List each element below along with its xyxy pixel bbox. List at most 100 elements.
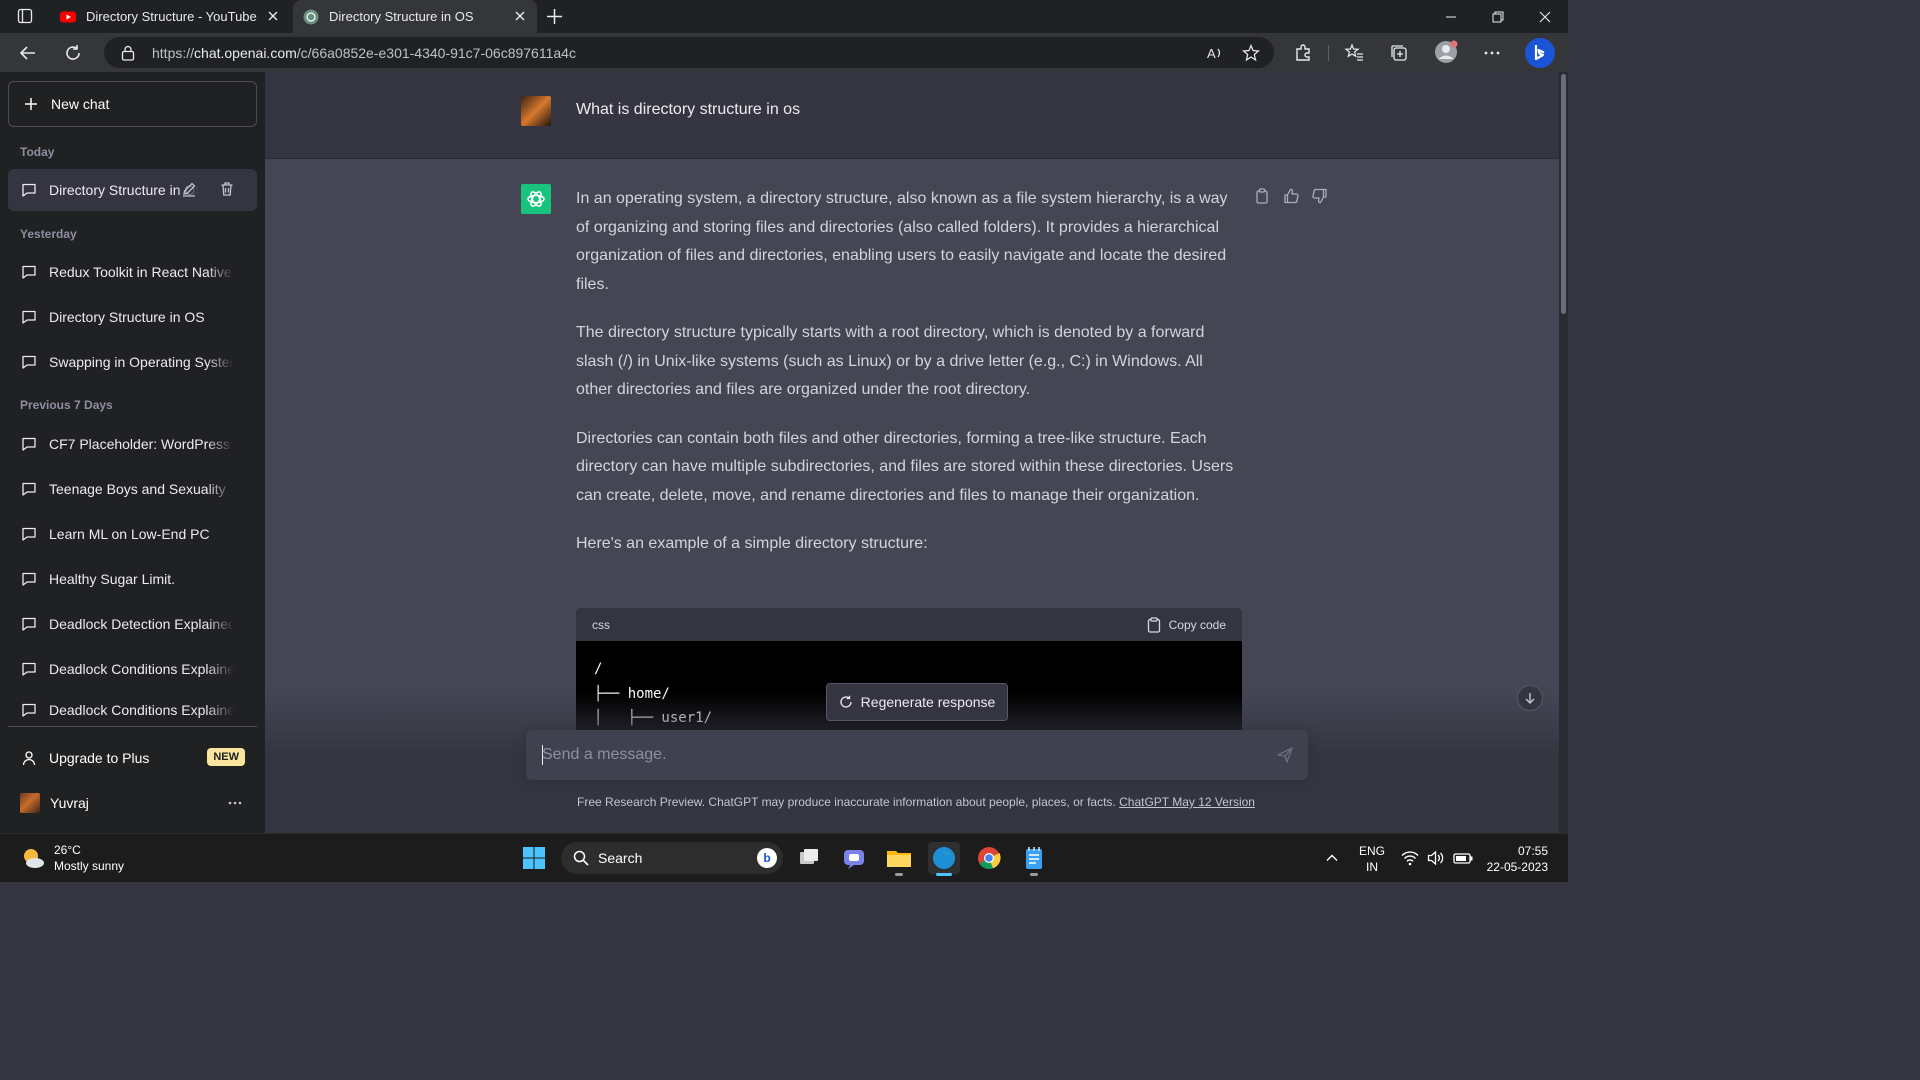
extensions-icon[interactable] bbox=[1293, 43, 1313, 63]
sidebar-item-label: Learn ML on Low-End PC bbox=[49, 526, 210, 542]
file-explorer-icon[interactable] bbox=[883, 842, 915, 876]
assistant-answer: In an operating system, a directory stru… bbox=[576, 185, 1243, 579]
volume-icon[interactable] bbox=[1427, 850, 1445, 866]
windows-start-icon[interactable] bbox=[522, 846, 546, 870]
new-tab-icon[interactable] bbox=[546, 8, 563, 25]
disclaimer: Free Research Preview. ChatGPT may produ… bbox=[265, 795, 1559, 809]
add-favorite-icon[interactable] bbox=[1242, 44, 1260, 62]
lang-region: IN bbox=[1366, 860, 1378, 874]
chat-bubble-icon bbox=[22, 310, 36, 324]
weather-widget[interactable]: 26°C Mostly sunny bbox=[20, 842, 124, 874]
task-view-icon[interactable] bbox=[793, 842, 825, 874]
code-language: css bbox=[592, 617, 610, 632]
favorites-icon[interactable] bbox=[1344, 43, 1364, 63]
copy-code-button[interactable]: Copy code bbox=[1147, 616, 1226, 633]
bing-chat-icon[interactable] bbox=[1524, 37, 1556, 69]
tab-actions-icon[interactable] bbox=[17, 8, 33, 24]
chevron-up-icon[interactable] bbox=[1325, 851, 1339, 865]
notepad-icon[interactable] bbox=[1018, 842, 1050, 876]
collections-icon[interactable] bbox=[1389, 43, 1409, 63]
chrome-icon[interactable] bbox=[973, 842, 1005, 874]
user-name: Yuvraj bbox=[50, 795, 89, 811]
browser-tab-youtube[interactable]: Directory Structure - YouTube bbox=[50, 0, 290, 33]
scrollbar-thumb[interactable] bbox=[1561, 74, 1566, 314]
sidebar-item-label: Directory Structure in OS bbox=[49, 182, 199, 198]
lang-code: ENG bbox=[1359, 844, 1386, 858]
edit-pencil-icon[interactable] bbox=[181, 181, 209, 197]
chat-bubble-icon bbox=[22, 265, 36, 279]
taskbar-search[interactable]: Search b bbox=[561, 842, 783, 874]
bing-icon[interactable]: b bbox=[757, 848, 777, 868]
chat-bubble-icon bbox=[22, 617, 36, 631]
answer-paragraph: Directories can contain both files and o… bbox=[576, 429, 1234, 504]
more-options-icon[interactable] bbox=[1482, 43, 1502, 63]
chatgpt-icon bbox=[303, 9, 319, 25]
chat-bubble-icon bbox=[22, 355, 36, 369]
lock-icon[interactable] bbox=[121, 45, 135, 61]
wifi-icon[interactable] bbox=[1401, 850, 1419, 866]
chat-bubble-icon bbox=[22, 572, 36, 586]
sidebar-item[interactable]: Learn ML on Low-End PC bbox=[8, 513, 257, 555]
message-composer bbox=[526, 730, 1308, 780]
chat-bubble-icon bbox=[22, 703, 36, 717]
restore-icon[interactable] bbox=[1474, 0, 1521, 33]
running-indicator bbox=[1030, 873, 1038, 876]
regenerate-response-button[interactable]: Regenerate response bbox=[826, 683, 1008, 721]
new-chat-button[interactable]: New chat bbox=[8, 81, 257, 127]
new-badge: NEW bbox=[207, 748, 245, 766]
sidebar-item-active[interactable]: Directory Structure in OS bbox=[8, 169, 257, 211]
upgrade-to-plus-button[interactable]: Upgrade to Plus NEW bbox=[8, 736, 257, 780]
sidebar-item-label: Swapping in Operating System bbox=[49, 354, 234, 370]
scroll-down-button[interactable] bbox=[1517, 685, 1543, 711]
close-tab-icon[interactable] bbox=[266, 9, 280, 23]
section-previous-7-days: Previous 7 Days bbox=[20, 398, 113, 412]
url-path: /c/66a0852e-e301-4340-91c7-06c897611a4c bbox=[296, 45, 576, 61]
user-menu-button[interactable]: Yuvraj bbox=[8, 781, 257, 825]
sidebar-item[interactable]: Deadlock Conditions Explained bbox=[8, 648, 257, 690]
sidebar-item[interactable]: Swapping in Operating System bbox=[8, 341, 257, 383]
search-label: Search bbox=[598, 850, 643, 866]
chat-bubble-icon bbox=[22, 662, 36, 676]
browser-tab-chatgpt[interactable]: Directory Structure in OS bbox=[293, 0, 537, 33]
close-tab-icon[interactable] bbox=[513, 9, 527, 23]
battery-icon[interactable] bbox=[1453, 850, 1473, 866]
teams-chat-icon[interactable] bbox=[838, 842, 870, 874]
sidebar-item[interactable]: Deadlock Conditions Explained bbox=[8, 693, 257, 727]
message-input[interactable] bbox=[542, 743, 1242, 767]
running-indicator bbox=[895, 873, 903, 876]
page-scrollbar[interactable] bbox=[1559, 72, 1568, 833]
more-dots-icon[interactable] bbox=[227, 795, 243, 811]
refresh-icon bbox=[840, 695, 852, 708]
answer-paragraph: The directory structure typically starts… bbox=[576, 324, 1205, 398]
sidebar-item[interactable]: Directory Structure in OS bbox=[8, 296, 257, 338]
sidebar-item[interactable]: Redux Toolkit in React Native bbox=[8, 251, 257, 293]
edge-browser-icon[interactable] bbox=[928, 842, 960, 876]
url-host: chat.openai.com bbox=[194, 45, 297, 61]
thumbs-up-icon[interactable] bbox=[1283, 188, 1299, 204]
thumbs-down-icon[interactable] bbox=[1312, 188, 1328, 204]
answer-paragraph: In an operating system, a directory stru… bbox=[576, 190, 1228, 293]
back-arrow-icon[interactable] bbox=[18, 43, 38, 63]
chat-bubble-icon bbox=[22, 437, 36, 451]
upgrade-label: Upgrade to Plus bbox=[49, 750, 150, 766]
trash-icon[interactable] bbox=[219, 181, 247, 197]
sidebar-item[interactable]: Teenage Boys and Sexuality bbox=[8, 468, 257, 510]
refresh-icon[interactable] bbox=[63, 43, 83, 63]
language-indicator[interactable]: ENG IN bbox=[1359, 843, 1385, 875]
version-link[interactable]: ChatGPT May 12 Version bbox=[1119, 795, 1255, 809]
minimize-icon[interactable] bbox=[1427, 0, 1474, 33]
sidebar-item[interactable]: Healthy Sugar Limit. bbox=[8, 558, 257, 600]
copy-clipboard-icon[interactable] bbox=[1254, 188, 1270, 204]
sidebar-item[interactable]: Deadlock Detection Explained bbox=[8, 603, 257, 645]
plus-icon bbox=[25, 98, 37, 110]
address-bar[interactable]: https://chat.openai.com/c/66a0852e-e301-… bbox=[104, 37, 1274, 68]
copy-code-label: Copy code bbox=[1168, 617, 1226, 632]
search-icon bbox=[573, 850, 589, 866]
sidebar-item[interactable]: CF7 Placeholder: WordPress In bbox=[8, 423, 257, 465]
url-scheme: https:// bbox=[152, 45, 195, 61]
read-aloud-icon[interactable]: A bbox=[1206, 44, 1224, 62]
send-icon[interactable] bbox=[1276, 746, 1294, 764]
close-window-icon[interactable] bbox=[1521, 0, 1568, 33]
profile-avatar-icon[interactable] bbox=[1434, 40, 1458, 64]
system-clock[interactable]: 07:55 22-05-2023 bbox=[1480, 843, 1548, 875]
